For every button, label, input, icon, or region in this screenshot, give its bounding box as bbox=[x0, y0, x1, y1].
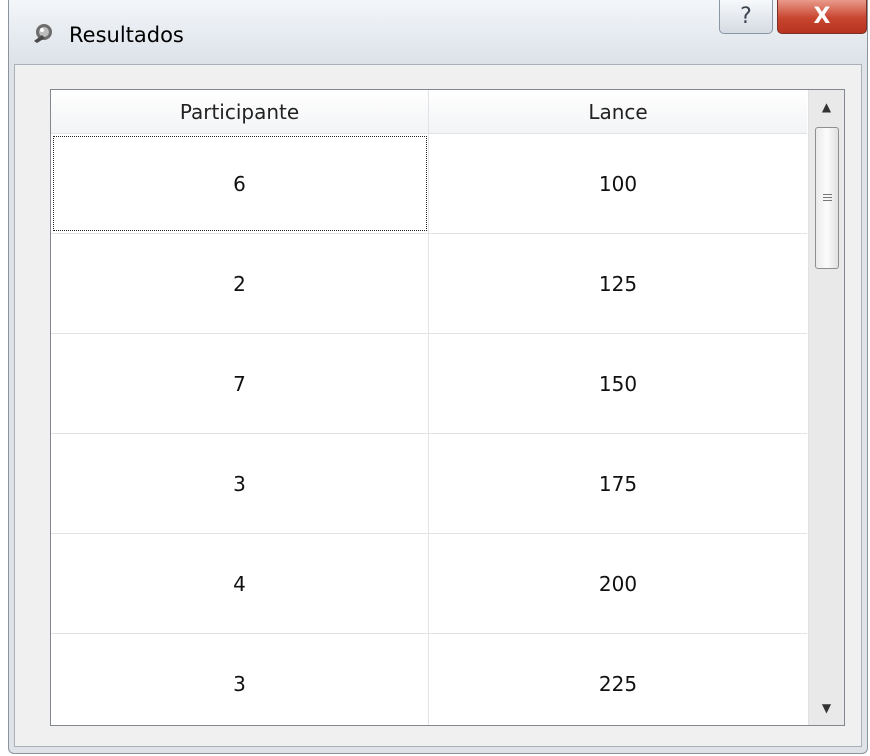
table-body: 6 100 2 125 7 150 3 175 4 200 3 225 bbox=[51, 134, 807, 725]
lance-cell[interactable]: 125 bbox=[429, 234, 807, 333]
arrow-up-icon: ▲ bbox=[821, 100, 832, 114]
participante-cell[interactable]: 2 bbox=[51, 234, 429, 333]
help-icon: ? bbox=[740, 4, 752, 29]
participante-cell[interactable]: 7 bbox=[51, 334, 429, 433]
app-window-icon bbox=[31, 21, 55, 45]
scroll-down-button[interactable]: ▼ bbox=[809, 691, 844, 725]
title-bar[interactable]: Resultados ? X bbox=[9, 0, 867, 64]
help-button[interactable]: ? bbox=[719, 0, 773, 34]
column-header-participante[interactable]: Participante bbox=[51, 90, 429, 133]
close-button[interactable]: X bbox=[777, 0, 867, 34]
results-window: Resultados ? X Participante Lance 6 100 … bbox=[8, 0, 868, 754]
lance-cell[interactable]: 100 bbox=[429, 134, 807, 233]
close-icon: X bbox=[813, 4, 831, 29]
lance-cell[interactable]: 225 bbox=[429, 634, 807, 725]
lance-cell[interactable]: 200 bbox=[429, 534, 807, 633]
table-header: Participante Lance bbox=[51, 90, 807, 134]
lance-cell[interactable]: 150 bbox=[429, 334, 807, 433]
scroll-up-button[interactable]: ▲ bbox=[809, 90, 844, 124]
table-row[interactable]: 2 125 bbox=[51, 234, 807, 334]
column-header-lance[interactable]: Lance bbox=[429, 90, 807, 133]
table-row[interactable]: 7 150 bbox=[51, 334, 807, 434]
table-row[interactable]: 4 200 bbox=[51, 534, 807, 634]
window-title: Resultados bbox=[69, 23, 184, 47]
participante-cell[interactable]: 3 bbox=[51, 434, 429, 533]
arrow-down-icon: ▼ bbox=[821, 701, 832, 715]
grip-icon bbox=[822, 194, 832, 202]
table-row[interactable]: 3 175 bbox=[51, 434, 807, 534]
lance-cell[interactable]: 175 bbox=[429, 434, 807, 533]
participante-cell[interactable]: 4 bbox=[51, 534, 429, 633]
vertical-scrollbar[interactable]: ▲ ▼ bbox=[808, 90, 844, 725]
table-row[interactable]: 6 100 bbox=[51, 134, 807, 234]
dialog-content: Participante Lance 6 100 2 125 7 150 3 1… bbox=[14, 64, 862, 747]
scroll-thumb[interactable] bbox=[815, 127, 839, 269]
results-table: Participante Lance 6 100 2 125 7 150 3 1… bbox=[50, 89, 845, 726]
participante-cell[interactable]: 6 bbox=[51, 134, 429, 233]
participante-cell[interactable]: 3 bbox=[51, 634, 429, 725]
table-row[interactable]: 3 225 bbox=[51, 634, 807, 725]
